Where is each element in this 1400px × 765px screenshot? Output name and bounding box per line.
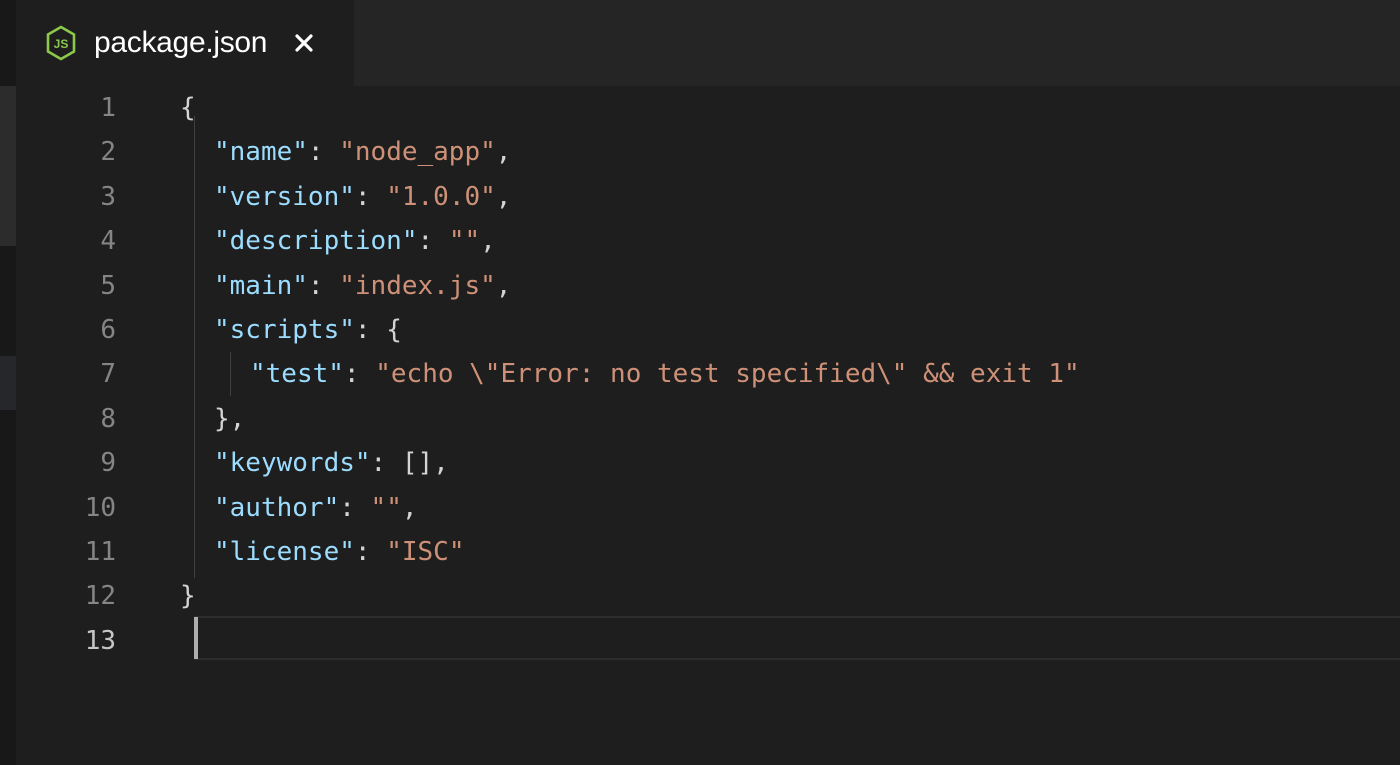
brace: }, <box>214 403 246 434</box>
separator: : <box>307 137 340 168</box>
line-number: 7 <box>100 359 116 390</box>
separator: : <box>343 359 376 390</box>
separator: : <box>354 181 387 212</box>
brace: { <box>180 93 196 123</box>
json-key: "description" <box>214 226 418 257</box>
json-value: [], <box>401 448 449 479</box>
json-value: "" <box>448 226 481 257</box>
code-line: "main": "index.js", <box>180 264 1400 308</box>
svg-text:JS: JS <box>54 37 69 51</box>
code-line-active <box>180 619 1400 663</box>
line-number-active: 13 <box>84 625 116 656</box>
comma: , <box>495 181 512 212</box>
json-value: "node_app" <box>339 137 496 168</box>
line-number: 4 <box>100 226 116 257</box>
line-number: 1 <box>100 93 116 123</box>
line-number: 8 <box>100 403 116 434</box>
code-line: "version": "1.0.0", <box>180 175 1400 219</box>
line-number: 3 <box>100 181 116 212</box>
close-icon[interactable] <box>291 30 317 56</box>
line-number: 11 <box>84 536 116 567</box>
nodejs-icon: JS <box>44 25 78 61</box>
json-value: "ISC" <box>386 536 465 567</box>
comma: , <box>480 226 496 257</box>
line-number: 12 <box>84 581 116 612</box>
code-line: "author": "", <box>180 486 1400 530</box>
scroll-marker <box>0 356 16 410</box>
code-line: }, <box>180 397 1400 441</box>
line-number: 2 <box>100 137 116 168</box>
json-value: "index.js" <box>339 270 496 301</box>
brace: { <box>386 314 402 345</box>
line-number-gutter: 1 2 3 4 5 6 7 8 9 10 11 12 13 <box>16 86 116 663</box>
json-key: "test" <box>250 359 344 390</box>
line-number: 9 <box>100 448 116 479</box>
json-value: "1.0.0" <box>386 181 496 212</box>
tab-title: package.json <box>94 26 268 59</box>
code-line: "test": "echo \"Error: no test specified… <box>180 352 1400 396</box>
json-key: "name" <box>214 137 308 168</box>
json-value: "echo \"Error: no test specified\" && ex… <box>375 359 1080 390</box>
line-number: 5 <box>100 270 116 301</box>
separator: : <box>307 270 340 301</box>
json-key: "main" <box>214 270 308 301</box>
brace: } <box>180 581 196 612</box>
code-line: "description": "", <box>180 219 1400 263</box>
code-editor[interactable]: 1 2 3 4 5 6 7 8 9 10 11 12 13 { "name": … <box>16 86 1400 765</box>
separator: : <box>354 536 387 567</box>
code-line: } <box>180 574 1400 618</box>
code-line: "name": "node_app", <box>180 130 1400 174</box>
separator: : <box>417 226 449 257</box>
json-key: "license" <box>214 536 355 567</box>
json-key: "version" <box>214 181 355 212</box>
code-line: "scripts": { <box>180 308 1400 352</box>
line-number: 10 <box>84 492 116 523</box>
json-key: "keywords" <box>214 448 371 479</box>
json-key: "scripts" <box>214 314 355 345</box>
comma: , <box>495 270 512 301</box>
line-number: 6 <box>100 314 116 345</box>
code-line: "keywords": [], <box>180 441 1400 485</box>
json-key: "author" <box>214 492 340 523</box>
code-line: "license": "ISC" <box>180 530 1400 574</box>
comma: , <box>401 492 418 523</box>
code-area[interactable]: { "name": "node_app", "version": "1.0.0"… <box>180 86 1400 663</box>
json-value: "" <box>370 492 402 523</box>
comma: , <box>495 137 512 168</box>
activity-strip <box>0 0 16 765</box>
separator: : <box>339 492 371 523</box>
editor-window: JS package.json 1 2 3 4 5 6 7 8 9 10 11 <box>0 0 1400 765</box>
separator: : <box>370 448 402 479</box>
code-line: { <box>180 86 1400 130</box>
tab-bar: JS package.json <box>16 0 1400 86</box>
tab-package-json[interactable]: JS package.json <box>16 0 354 86</box>
separator: : <box>354 314 387 345</box>
scroll-marker <box>0 86 16 246</box>
